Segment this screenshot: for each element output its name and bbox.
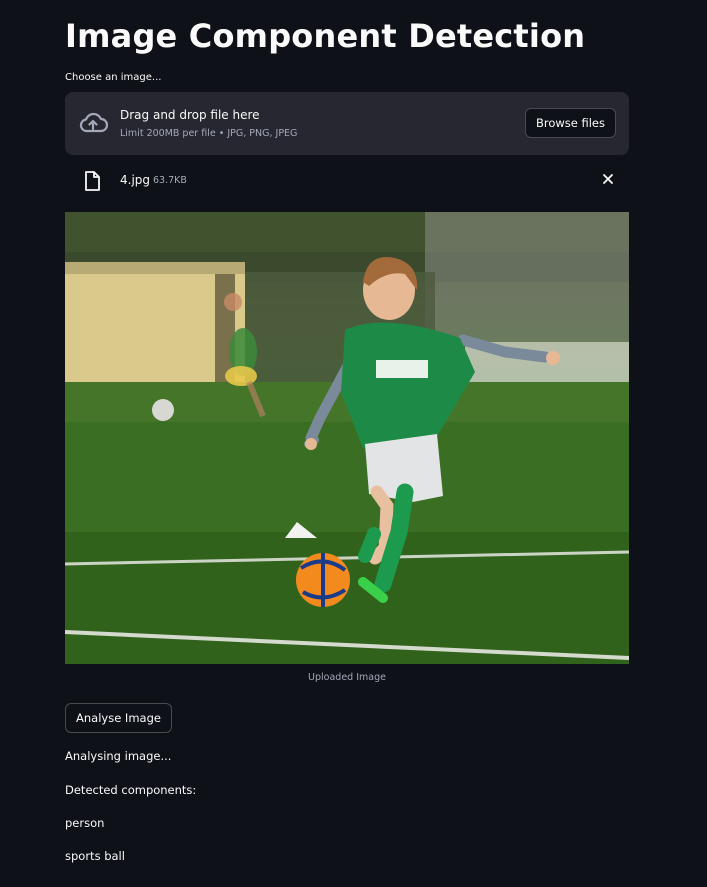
cloud-upload-icon: [79, 112, 108, 133]
uploaded-file-row: 4.jpg 63.7KB: [65, 166, 629, 194]
uploader-label: Choose an image...: [65, 72, 162, 83]
close-icon[interactable]: [601, 172, 615, 186]
file-size: 63.7KB: [153, 175, 187, 186]
uploaded-image: [65, 212, 629, 664]
app-page: Image Component Detection Choose an imag…: [0, 0, 707, 887]
result-item: sports ball: [65, 849, 125, 863]
analyse-image-button[interactable]: Analyse Image: [65, 703, 172, 733]
dropzone-title: Drag and drop file here: [120, 108, 260, 122]
file-name: 4.jpg: [120, 173, 151, 187]
results-heading: Detected components:: [65, 783, 197, 797]
image-caption: Uploaded Image: [308, 672, 386, 683]
file-dropzone[interactable]: Drag and drop file here Limit 200MB per …: [65, 92, 629, 155]
page-title: Image Component Detection: [65, 17, 586, 55]
file-icon: [85, 171, 100, 191]
dropzone-limit: Limit 200MB per file • JPG, PNG, JPEG: [120, 128, 298, 139]
result-item: person: [65, 816, 105, 830]
analysis-status: Analysing image...: [65, 749, 172, 763]
browse-files-button[interactable]: Browse files: [524, 108, 616, 138]
